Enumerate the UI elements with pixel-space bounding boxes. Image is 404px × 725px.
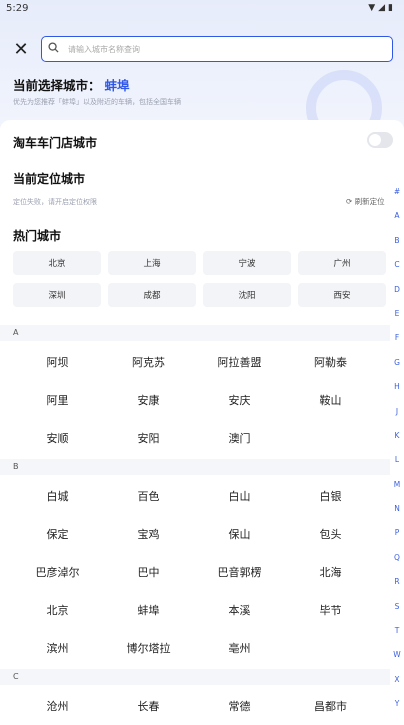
current-city-title: 当前选择城市： 蚌埠 — [13, 75, 130, 94]
index-letter[interactable]: G — [390, 351, 404, 375]
index-letter[interactable]: B — [390, 229, 404, 253]
toggle-knob — [369, 134, 381, 146]
city-item[interactable]: 长春 — [103, 687, 194, 725]
city-item[interactable]: 蚌埠 — [103, 591, 194, 629]
section-header: A — [0, 325, 390, 341]
hot-city-button[interactable]: 深圳 — [13, 283, 101, 307]
current-city-label: 当前选择城市： — [13, 78, 101, 93]
hot-city-button[interactable]: 上海 — [108, 251, 196, 275]
city-item[interactable]: 巴音郭楞 — [194, 553, 285, 591]
city-item[interactable]: 本溪 — [194, 591, 285, 629]
index-letter[interactable]: H — [390, 375, 404, 399]
city-item[interactable]: 北海 — [285, 553, 376, 591]
index-letter[interactable]: A — [390, 204, 404, 228]
city-item[interactable]: 安康 — [103, 381, 194, 419]
index-letter[interactable]: T — [390, 619, 404, 643]
search-input[interactable] — [66, 43, 370, 55]
index-letter[interactable]: W — [390, 643, 404, 667]
hot-city-button[interactable]: 西安 — [298, 283, 386, 307]
city-grid: 阿坝 阿克苏 阿拉善盟 阿勒泰阿里 安康 安庆 鞍山安顺 安阳 澳门 — [12, 343, 376, 457]
city-item[interactable]: 安庆 — [194, 381, 285, 419]
location-tip: 定位失败，请开启定位权限 — [13, 198, 97, 206]
search-box[interactable] — [41, 36, 393, 62]
section-header: B — [0, 459, 390, 475]
location-title: 当前定位城市 — [13, 172, 86, 186]
city-item[interactable]: 宝鸡 — [103, 515, 194, 553]
city-item[interactable]: 保定 — [12, 515, 103, 553]
hot-cities-grid: 北京 上海 宁波 广州深圳 成都 沈阳 西安 — [13, 251, 386, 307]
index-letter[interactable]: P — [390, 521, 404, 545]
city-item[interactable]: 白城 — [12, 477, 103, 515]
hot-cities-title: 热门城市 — [13, 229, 62, 243]
close-button[interactable]: ✕ — [10, 38, 32, 60]
index-letter[interactable]: R — [390, 570, 404, 594]
index-letter[interactable]: N — [390, 497, 404, 521]
status-bar: 5:29 ▼◢▮ — [0, 0, 404, 18]
hot-city-button[interactable]: 北京 — [13, 251, 101, 275]
index-letter[interactable]: # — [390, 180, 404, 204]
city-item[interactable]: 白银 — [285, 477, 376, 515]
city-item[interactable]: 阿克苏 — [103, 343, 194, 381]
hot-city-button[interactable]: 成都 — [108, 283, 196, 307]
index-letter[interactable]: S — [390, 595, 404, 619]
city-item[interactable]: 阿坝 — [12, 343, 103, 381]
city-item[interactable]: 包头 — [285, 515, 376, 553]
system-status-icons: ▼◢▮ — [368, 3, 396, 13]
city-grid: 沧州 长春 常德 昌都市 — [12, 687, 376, 725]
city-item[interactable]: 常德 — [194, 687, 285, 725]
refresh-location-label: 刷新定位 — [354, 197, 385, 206]
city-item[interactable]: 保山 — [194, 515, 285, 553]
index-letter[interactable]: X — [390, 668, 404, 692]
index-letter[interactable]: C — [390, 253, 404, 277]
city-item[interactable]: 安阳 — [103, 419, 194, 457]
index-letter[interactable]: J — [390, 400, 404, 424]
search-icon — [48, 42, 66, 56]
city-item[interactable]: 百色 — [103, 477, 194, 515]
index-letter[interactable]: K — [390, 424, 404, 448]
city-grid: 白城 百色 白山 白银保定 宝鸡 保山 包头巴彦淖尔 巴中 巴音郭楞 北海北京 蚌埠 本溪 毕节滨州 博尔… — [12, 477, 376, 667]
city-item[interactable]: 昌都市 — [285, 687, 376, 725]
city-item[interactable]: 巴彦淖尔 — [12, 553, 103, 591]
index-letter[interactable]: M — [390, 473, 404, 497]
hot-city-button[interactable]: 广州 — [298, 251, 386, 275]
close-icon: ✕ — [13, 38, 29, 60]
refresh-location-button[interactable]: ⟳ 刷新定位 — [346, 196, 385, 207]
status-time: 5:29 — [6, 3, 29, 14]
city-item[interactable]: 安顺 — [12, 419, 103, 457]
index-letter[interactable]: Y — [390, 692, 404, 716]
city-item[interactable]: 阿勒泰 — [285, 343, 376, 381]
city-item[interactable]: 滨州 — [12, 629, 103, 667]
current-city-name: 蚌埠 — [104, 78, 130, 93]
current-city-tip: 优先为您推荐「蚌埠」以及附近的车辆，包括全国车辆 — [13, 98, 181, 106]
index-letter[interactable]: F — [390, 326, 404, 350]
store-city-label: 淘车车门店城市 — [13, 136, 98, 150]
city-item[interactable]: 沧州 — [12, 687, 103, 725]
section-header: C — [0, 669, 390, 685]
city-item[interactable]: 毕节 — [285, 591, 376, 629]
index-letter[interactable]: D — [390, 278, 404, 302]
city-item[interactable]: 鞍山 — [285, 381, 376, 419]
city-item[interactable]: 阿拉善盟 — [194, 343, 285, 381]
hot-city-button[interactable]: 宁波 — [203, 251, 291, 275]
refresh-icon: ⟳ — [346, 197, 353, 206]
hot-city-button[interactable]: 沈阳 — [203, 283, 291, 307]
index-letter[interactable]: L — [390, 448, 404, 472]
city-item[interactable]: 博尔塔拉 — [103, 629, 194, 667]
city-item[interactable]: 巴中 — [103, 553, 194, 591]
city-item[interactable]: 北京 — [12, 591, 103, 629]
city-item[interactable]: 白山 — [194, 477, 285, 515]
city-item[interactable]: 亳州 — [194, 629, 285, 667]
index-letter[interactable]: E — [390, 302, 404, 326]
store-city-toggle[interactable] — [367, 132, 393, 148]
alphabet-index-bar[interactable]: # A B C D E F G H J K L M N P Q R S T W X Y — [390, 180, 404, 717]
index-letter[interactable]: Q — [390, 546, 404, 570]
city-item[interactable]: 澳门 — [194, 419, 285, 457]
city-item[interactable]: 阿里 — [12, 381, 103, 419]
